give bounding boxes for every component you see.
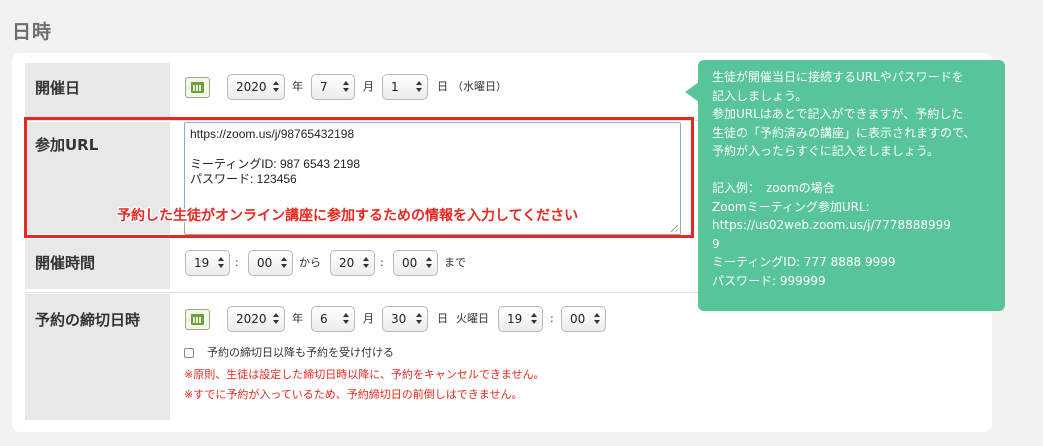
deadline-note: ※すでに予約が入っているため、予約締切日の前倒しはできません。 [184, 388, 523, 401]
deadline-day-select[interactable]: 30 [382, 306, 428, 332]
checkbox-label[interactable]: 予約の締切日以降も予約を受け付ける [207, 340, 394, 366]
start-min-select[interactable]: 00 [248, 250, 293, 276]
calendar-button[interactable] [185, 77, 210, 98]
chevron-updown-icon [363, 256, 369, 270]
chevron-updown-icon [426, 256, 432, 270]
tooltip-line: ミーティングID: 777 8888 9999 [712, 255, 896, 269]
weekday-text: （水曜日） [452, 80, 507, 93]
tooltip-line [712, 161, 995, 180]
tooltip-line: Zoomミーティング参加URL: [712, 199, 870, 214]
chevron-updown-icon [273, 80, 279, 94]
tooltip-line: 生徒の「予約済みの講座」に表示されますので、 [712, 125, 976, 140]
tooltip-line: 参加URLはあとで記入ができますが、予約した [712, 107, 964, 121]
chevron-updown-icon [416, 312, 422, 326]
tooltip-line: https://us02web.zoom.us/j/7778888999 [712, 218, 951, 232]
chevron-updown-icon [273, 312, 279, 326]
tooltip-line: 生徒が開催当日に接続するURLやパスワードを [712, 70, 964, 84]
deadline-label: 予約の締切日時 [25, 294, 170, 420]
time-colon: : [235, 256, 239, 269]
chevron-updown-icon [416, 80, 422, 94]
end-min-select[interactable]: 00 [393, 250, 438, 276]
from-text: から [299, 256, 321, 269]
chevron-updown-icon [343, 312, 349, 326]
deadline-year-select[interactable]: 2020 [227, 306, 285, 332]
deadline-min-select[interactable]: 00 [561, 306, 606, 332]
deadline-month-select[interactable]: 6 [311, 306, 355, 332]
chevron-updown-icon [218, 256, 224, 270]
deadline-calendar-button[interactable] [185, 309, 210, 330]
start-hour-select[interactable]: 19 [185, 250, 230, 276]
tooltip-line: 記入例： zoomの場合 [712, 181, 835, 195]
day-unit: 日 [437, 80, 448, 93]
year-unit: 年 [292, 312, 303, 325]
date-month-select[interactable]: 7 [311, 74, 355, 100]
day-unit: 日 [437, 312, 448, 325]
tooltip-line: パスワード: 999999 [712, 273, 826, 288]
month-unit: 月 [363, 312, 374, 325]
month-unit: 月 [363, 80, 374, 93]
date-label: 開催日 [25, 63, 170, 118]
end-hour-select[interactable]: 20 [330, 250, 375, 276]
time-colon: : [380, 256, 384, 269]
row-divider [25, 292, 702, 293]
deadline-note: ※原則、生徒は設定した締切日時以降に、予約をキャンセルできません。 [184, 368, 545, 381]
tooltip-line: 予約が入ったらすぐに記入をしましょう。 [712, 144, 940, 158]
year-unit: 年 [292, 80, 303, 93]
tooltip-line: 記入しましょう。 [712, 88, 808, 103]
calendar-icon [191, 314, 204, 325]
deadline-hour-select[interactable]: 19 [498, 306, 543, 332]
accept-after-deadline-checkbox[interactable] [184, 348, 194, 358]
date-day-select[interactable]: 1 [382, 74, 428, 100]
time-colon: : [550, 312, 554, 325]
help-tooltip: 生徒が開催当日に接続するURLやパスワードを 記入しましょう。 参加URLはあと… [685, 60, 1005, 311]
chevron-updown-icon [594, 312, 600, 326]
chevron-updown-icon [531, 312, 537, 326]
instruction-text: 予約した生徒がオンライン講座に参加するための情報を入力してください [117, 208, 579, 224]
tooltip-line: 9 [712, 236, 720, 251]
until-text: まで [444, 256, 466, 269]
section-title: 日時 [12, 21, 53, 43]
chevron-updown-icon [281, 256, 287, 270]
chevron-updown-icon [343, 80, 349, 94]
calendar-icon [191, 82, 204, 93]
date-year-select[interactable]: 2020 [227, 74, 285, 100]
time-label: 開催時間 [25, 239, 170, 289]
weekday-text: 火曜日 [456, 312, 489, 325]
